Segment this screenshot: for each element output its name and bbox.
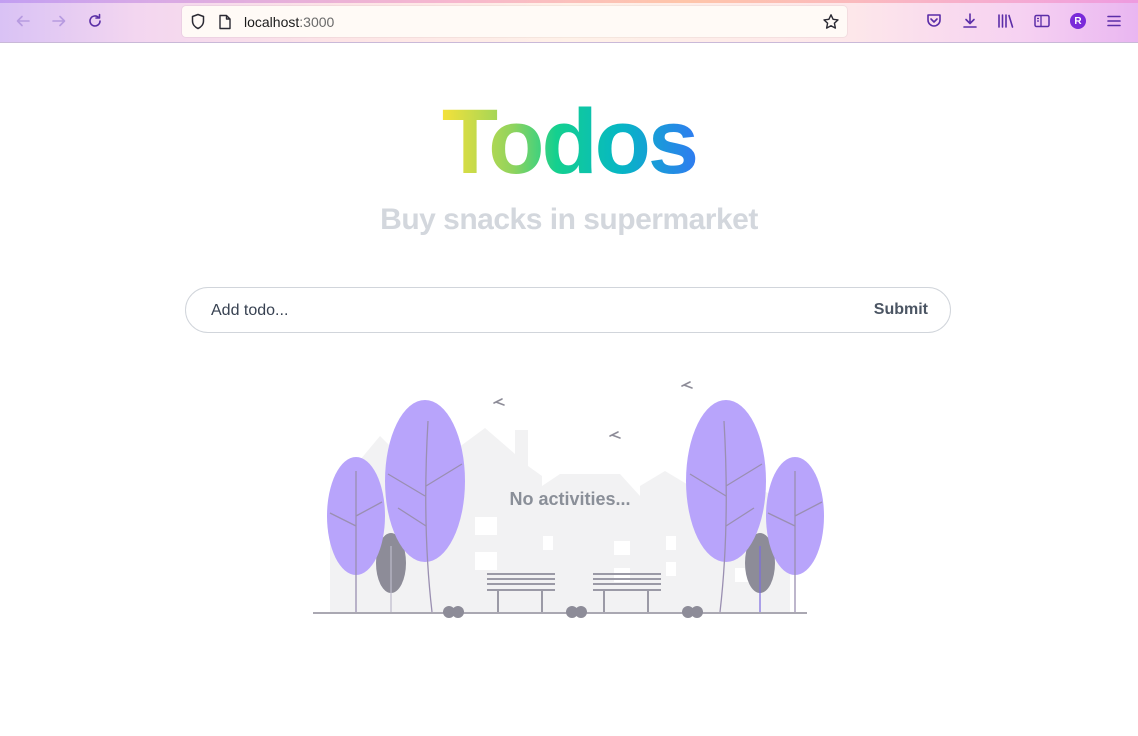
back-arrow-icon [16,15,30,27]
hamburger-menu-icon [1107,15,1121,27]
pocket-button[interactable] [924,11,944,31]
reload-button[interactable] [84,10,106,32]
library-button[interactable] [996,11,1016,31]
add-todo-form: Submit [185,287,951,334]
forward-button[interactable] [48,10,70,32]
reload-icon [89,13,101,27]
back-button[interactable] [12,10,34,32]
downloads-button[interactable] [960,11,980,31]
url-text[interactable]: localhost:3000 [244,14,334,30]
page-subtitle: Buy snacks in supermarket [380,203,758,236]
page-title-text: Todos [441,91,699,193]
browser-toolbar: localhost:3000 R [0,0,1138,43]
library-icon [998,14,1014,28]
bookmark-star-icon[interactable] [822,13,840,31]
url-port: :3000 [299,14,335,30]
page-title: Todos [0,92,1138,192]
todo-input[interactable] [209,288,813,334]
sidebar-button[interactable] [1032,11,1052,31]
account-button[interactable]: R [1068,11,1088,31]
pocket-icon [927,14,941,27]
address-bar[interactable]: localhost:3000 [182,6,847,37]
url-host: localhost [244,14,300,30]
profile-avatar: R [1070,13,1086,29]
menu-button[interactable] [1104,11,1124,31]
shield-icon[interactable] [190,13,206,30]
page-icon [219,14,231,30]
submit-button[interactable]: Submit [874,288,928,332]
forward-arrow-icon [52,15,66,27]
empty-state-message: No activities... [509,489,631,509]
sidebar-icon [1034,14,1050,28]
birds-illustration [493,381,693,439]
download-icon [963,13,977,28]
